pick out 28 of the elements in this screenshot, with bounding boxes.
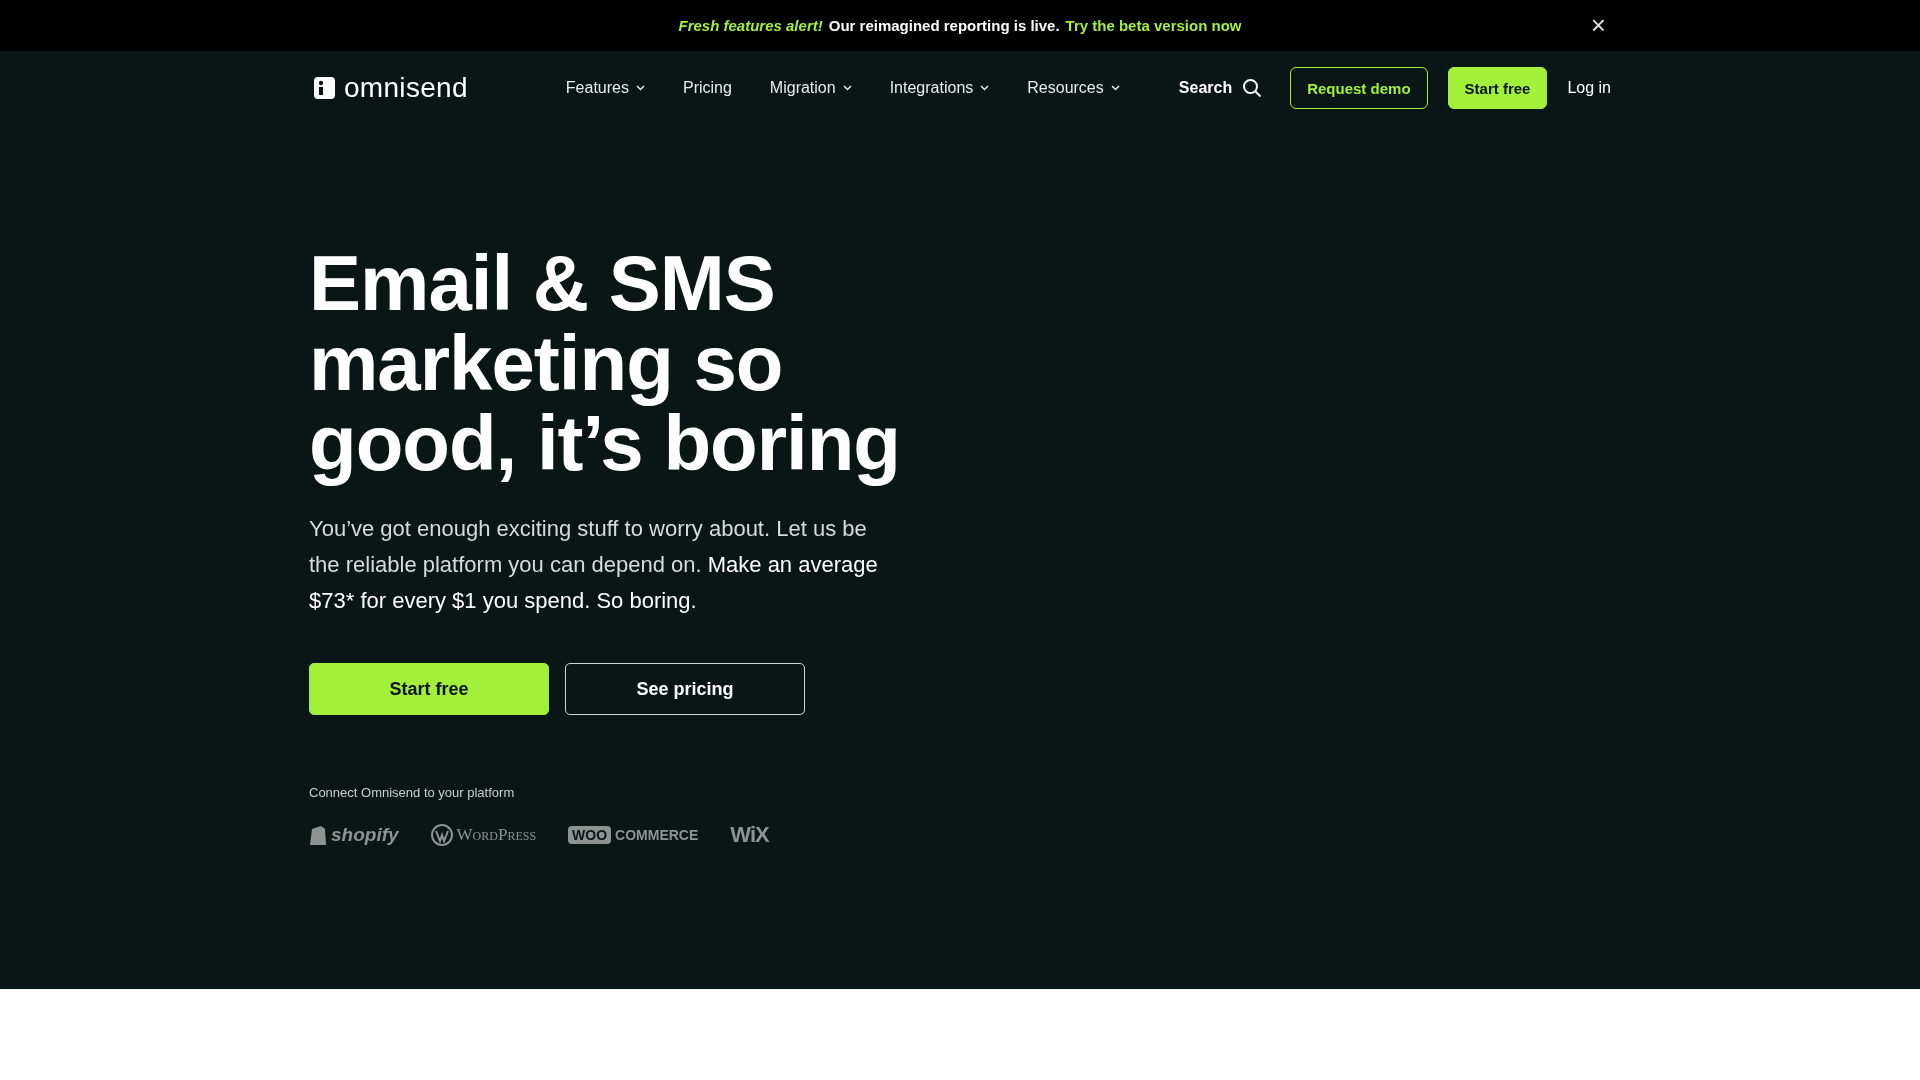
wix-logo: WiX (730, 822, 769, 848)
hero-subtext: You’ve got enough exciting stuff to worry about. Let us be the reliable platform you can depend on. Make an average $73* for every $1 you spend. So boring. (309, 515, 879, 615)
wordpress-logo: WordPress (430, 824, 537, 846)
close-button[interactable]: × (1586, 12, 1610, 38)
announcement-text: Our reimagined reporting is live. (828, 17, 1060, 34)
search-icon (1242, 78, 1263, 98)
announcement-highlight: Fresh features alert! (678, 17, 823, 34)
start-free-button[interactable]: Start free (309, 663, 549, 715)
nav-item[interactable]: Integrations (889, 79, 990, 97)
shopify-logo: shopify (309, 824, 399, 846)
search-button[interactable]: Search (1172, 77, 1269, 99)
omnisend-logo[interactable]: omnisend (314, 72, 468, 104)
chevron-down-icon (635, 85, 645, 91)
hero-heading: Email & SMS marketing so good, it’s boring (309, 243, 900, 489)
request-demo-button[interactable]: Request demo (1290, 67, 1428, 109)
start-free-button[interactable]: Start free (1447, 67, 1548, 109)
beta-link[interactable]: Try the beta version now (1065, 17, 1242, 34)
nav-item[interactable]: Features (565, 79, 645, 97)
nav-item[interactable]: Migration (769, 79, 852, 97)
see-pricing-button[interactable]: See pricing (565, 663, 805, 715)
chevron-down-icon (842, 85, 852, 91)
login-link[interactable]: Log in (1567, 79, 1611, 97)
woocommerce-logo: WOO COMMERCE (568, 826, 699, 844)
nav-item[interactable]: Pricing (682, 79, 732, 97)
chevron-down-icon (1110, 85, 1120, 91)
platforms-label: Connect Omnisend to your platform (309, 785, 516, 800)
chevron-down-icon (980, 85, 990, 91)
nav-item[interactable]: Resources (1027, 79, 1120, 97)
